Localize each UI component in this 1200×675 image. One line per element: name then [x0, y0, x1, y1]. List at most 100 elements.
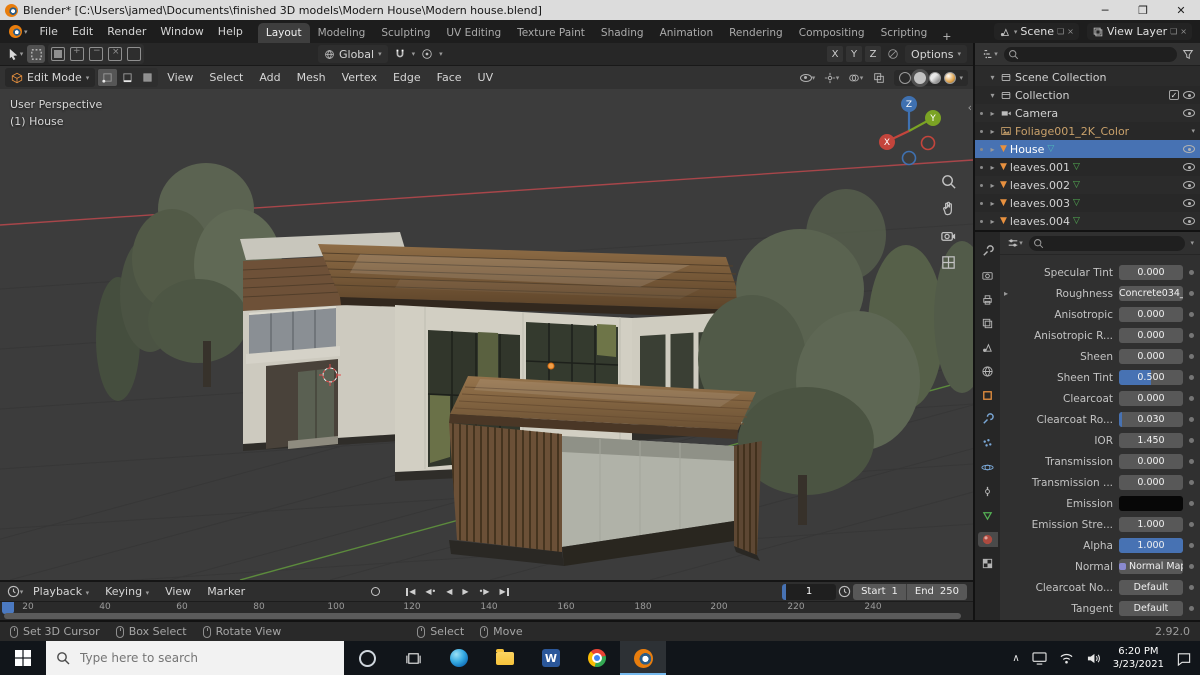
chevron-down-icon[interactable]: ▾ [1191, 127, 1195, 135]
workspace-tab-sculpting[interactable]: Sculpting [373, 23, 438, 43]
emission-color-swatch[interactable] [1119, 496, 1183, 511]
anisotropic-rotation-slider[interactable]: 0.000 [1119, 328, 1183, 343]
roughness-texture-field[interactable]: Concrete034_2... [1119, 286, 1183, 301]
options-dropdown[interactable]: Options ▾ [905, 45, 967, 63]
outliner-row-leaves-003[interactable]: ▸ ▼ leaves.003 ▽ [975, 194, 1200, 212]
tab-tool[interactable] [978, 244, 998, 259]
hide-eye-icon[interactable] [1183, 145, 1195, 153]
taskbar-clock[interactable]: 6:20 PM 3/23/2021 [1113, 645, 1164, 671]
workspace-tab-compositing[interactable]: Compositing [791, 23, 873, 43]
menu-select[interactable]: Select [202, 69, 250, 86]
shading-options-chevron-icon[interactable]: ▾ [959, 74, 963, 82]
unlink-scene-icon[interactable]: × [1067, 27, 1074, 36]
3d-viewport[interactable]: User Perspective (1) House ‹ Z Y X [0, 89, 973, 580]
zoom-icon[interactable] [940, 173, 957, 190]
start-button[interactable] [0, 641, 46, 675]
blender-taskbar-button[interactable] [620, 641, 666, 675]
mirror-y-toggle[interactable]: Y [846, 46, 863, 62]
end-frame-field[interactable]: End 250 [905, 583, 967, 600]
object-visibility-dropdown[interactable]: ▾ [798, 69, 816, 87]
file-explorer-taskbar-button[interactable] [482, 641, 528, 675]
select-invert-button[interactable] [106, 45, 124, 63]
prev-keyframe-button[interactable]: ◀• [421, 586, 440, 597]
select-subtract-button[interactable] [87, 45, 105, 63]
vertex-select-button[interactable] [98, 69, 118, 86]
clearcoat-normal-field[interactable]: Default [1119, 580, 1183, 595]
taskbar-search[interactable] [46, 641, 344, 675]
expander-icon[interactable]: ▸ [1004, 289, 1012, 298]
mirror-z-toggle[interactable]: Z [865, 46, 882, 62]
snap-settings-chevron-icon[interactable]: ▾ [412, 50, 416, 58]
menu-uv[interactable]: UV [471, 69, 501, 86]
workspace-tab-uv-editing[interactable]: UV Editing [438, 23, 509, 43]
alpha-slider[interactable]: 1.000 [1119, 538, 1183, 553]
keyframe-dot[interactable] [1189, 480, 1194, 485]
edge-taskbar-button[interactable] [436, 641, 482, 675]
keyframe-dot[interactable] [1189, 459, 1194, 464]
tangent-field[interactable]: Default [1119, 601, 1183, 616]
workspace-tab-layout[interactable]: Layout [257, 23, 310, 43]
hide-eye-icon[interactable] [1183, 163, 1195, 171]
tab-output[interactable] [978, 292, 998, 307]
outliner-row-leaves-002[interactable]: ▸ ▼ leaves.002 ▽ [975, 176, 1200, 194]
jump-to-end-button[interactable]: ▶ [495, 586, 512, 597]
outliner-search[interactable] [1004, 46, 1177, 62]
new-view-layer-icon[interactable]: ❏ [1170, 27, 1177, 36]
gizmo-minus-x-ball[interactable] [920, 135, 936, 151]
timeline-scrollbar[interactable] [4, 613, 961, 619]
menu-marker[interactable]: Marker [200, 583, 252, 600]
normal-map-field[interactable]: Normal Map [1119, 559, 1183, 574]
workspace-tab-modeling[interactable]: Modeling [310, 23, 374, 43]
gizmo-y-label[interactable]: Y [929, 114, 936, 124]
workspace-tab-scripting[interactable]: Scripting [873, 23, 936, 43]
transmission-slider[interactable]: 0.000 [1119, 454, 1183, 469]
clearcoat-roughness-slider[interactable]: 0.030 [1119, 412, 1183, 427]
transmission-roughness-slider[interactable]: 0.000 [1119, 475, 1183, 490]
tab-view-layer[interactable] [978, 316, 998, 331]
keyframe-dot[interactable] [1189, 606, 1194, 611]
sheen-tint-slider[interactable]: 0.500 [1119, 370, 1183, 385]
outliner-editor-type-dropdown[interactable]: ▾ [981, 45, 999, 63]
clearcoat-slider[interactable]: 0.000 [1119, 391, 1183, 406]
close-button[interactable]: ✕ [1162, 0, 1200, 20]
solid-shading-button[interactable] [914, 71, 927, 84]
gizmo-z-label[interactable]: Z [906, 100, 912, 110]
tab-object-data[interactable] [978, 508, 998, 523]
pan-hand-icon[interactable] [940, 200, 957, 217]
menu-face[interactable]: Face [430, 69, 469, 86]
auto-keying-toggle[interactable] [366, 583, 384, 601]
expander-icon[interactable]: ▸ [988, 181, 997, 190]
chrome-taskbar-button[interactable] [574, 641, 620, 675]
navigation-gizmo[interactable]: Z Y X [871, 93, 947, 169]
orthographic-grid-icon[interactable] [940, 254, 957, 271]
view-layer-selector[interactable]: View Layer ❏ × [1086, 23, 1192, 40]
toggle-xray-button[interactable] [870, 69, 888, 87]
hide-eye-icon[interactable] [1183, 217, 1195, 225]
jump-to-start-button[interactable]: ◀ [402, 586, 419, 597]
select-extend-button[interactable] [68, 45, 86, 63]
keyframe-dot[interactable] [1189, 291, 1194, 296]
blender-menu-button[interactable]: ▾ [4, 25, 33, 38]
snap-disabled-toggle[interactable] [884, 45, 902, 63]
expander-icon[interactable]: ▸ [988, 145, 997, 154]
outliner-row-foliage-image[interactable]: ▸ Foliage001_2K_Color ▾ [975, 122, 1200, 140]
menu-help[interactable]: Help [211, 23, 250, 40]
tab-render[interactable] [978, 268, 998, 283]
expander-icon[interactable]: ▾ [988, 91, 997, 100]
tab-physics[interactable] [978, 460, 998, 475]
menu-view[interactable]: View [160, 69, 200, 86]
properties-search-input[interactable] [1029, 235, 1186, 251]
snap-magnet-toggle[interactable] [391, 45, 409, 63]
tab-texture[interactable] [978, 556, 998, 571]
gizmo-x-label[interactable]: X [884, 138, 890, 148]
rendered-shading-button[interactable] [944, 71, 957, 84]
play-reverse-button[interactable]: ◀ [442, 586, 456, 597]
keyframe-dot[interactable] [1189, 333, 1194, 338]
wireframe-shading-button[interactable] [899, 71, 912, 84]
keyframe-dot[interactable] [1189, 585, 1194, 590]
material-preview-button[interactable] [929, 71, 942, 84]
menu-mesh[interactable]: Mesh [290, 69, 333, 86]
select-intersect-button[interactable] [125, 45, 143, 63]
specular-tint-slider[interactable]: 0.000 [1119, 265, 1183, 280]
workspace-tab-rendering[interactable]: Rendering [721, 23, 791, 43]
